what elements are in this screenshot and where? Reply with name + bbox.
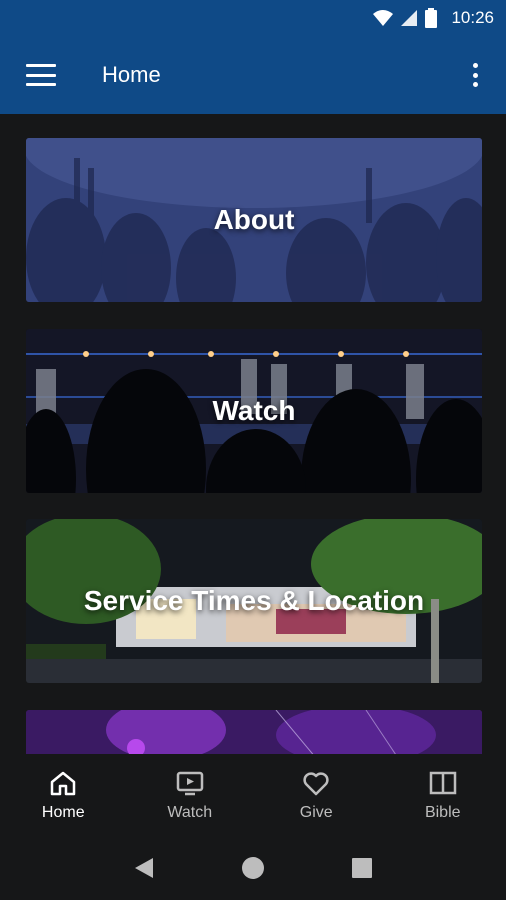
more-vert-icon[interactable] — [470, 63, 480, 87]
stage-lights-card[interactable] — [26, 710, 482, 754]
nav-bible[interactable]: Bible — [380, 754, 506, 836]
service-times-card-label: Service Times & Location — [83, 585, 425, 616]
about-card[interactable]: About — [26, 138, 482, 302]
status-bar: 10:26 — [0, 0, 506, 36]
back-icon[interactable] — [133, 856, 155, 880]
book-icon — [429, 771, 456, 795]
page-title: Home — [102, 62, 161, 87]
home-icon — [51, 771, 76, 796]
watch-card[interactable]: Watch — [26, 329, 482, 493]
bottom-nav: Home Watch Give Bible — [0, 754, 506, 836]
home-circle-icon[interactable] — [241, 856, 265, 880]
nav-home-label: Home — [41, 804, 85, 821]
recents-icon[interactable] — [351, 857, 373, 879]
battery-icon — [425, 8, 438, 28]
signal-icon — [401, 10, 418, 26]
nav-watch-label: Watch — [167, 804, 213, 821]
stage-lights-card-image — [26, 710, 482, 754]
nav-give[interactable]: Give — [253, 754, 380, 836]
tv-icon — [176, 771, 203, 796]
hamburger-icon[interactable] — [26, 64, 56, 86]
status-time: 10:26 — [451, 8, 494, 27]
nav-watch[interactable]: Watch — [127, 754, 254, 836]
nav-home[interactable]: Home — [0, 754, 127, 836]
nav-give-label: Give — [299, 804, 333, 821]
card-list: About Watch Service Times & Location — [0, 114, 506, 754]
app-bar: Home — [0, 36, 506, 114]
about-card-label: About — [213, 204, 295, 235]
system-nav-bar — [0, 836, 506, 900]
service-times-card[interactable]: Service Times & Location — [26, 519, 482, 683]
watch-card-label: Watch — [212, 395, 296, 426]
nav-bible-label: Bible — [424, 804, 461, 821]
wifi-icon — [373, 10, 394, 26]
heart-icon — [303, 772, 329, 796]
